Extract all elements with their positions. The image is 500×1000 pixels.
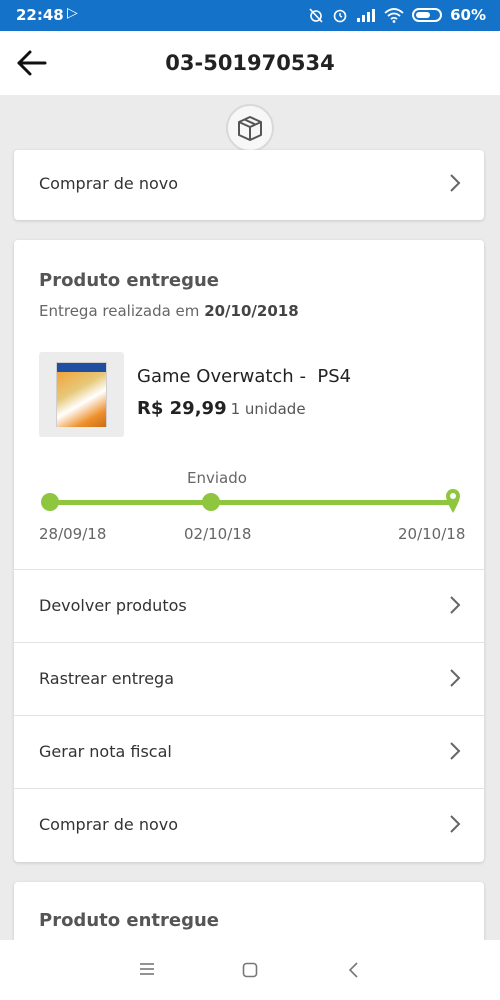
package-icon-badge (226, 104, 274, 152)
product-price: R$ 29,99 (137, 398, 227, 419)
delivery-date-text: Entrega realizada em 20/10/2018 (39, 302, 299, 320)
buy-again-label: Comprar de novo (39, 815, 179, 834)
order-actions-list: Devolver produtos Rastrear entrega Gerar… (14, 569, 484, 861)
wifi-icon (384, 7, 404, 23)
timeline-date-delivered: 20/10/18 (398, 525, 466, 543)
chevron-right-icon (450, 174, 461, 192)
status-bar: 22:48 ▷ 60% (0, 0, 500, 31)
return-products-label: Devolver produtos (39, 596, 187, 615)
generate-invoice-label: Gerar nota fiscal (39, 742, 172, 761)
chevron-right-icon (450, 669, 461, 687)
product-image[interactable] (39, 352, 124, 437)
chevron-right-icon (450, 815, 461, 833)
play-store-icon: ▷ (67, 5, 78, 21)
track-delivery-row[interactable]: Rastrear entrega (14, 642, 484, 715)
buy-again-label: Comprar de novo (39, 174, 179, 193)
battery-percent: 60% (450, 6, 486, 24)
delivery-date: 20/10/2018 (204, 302, 299, 320)
location-pin-icon (446, 489, 460, 513)
buy-again-row[interactable]: Comprar de novo (14, 788, 484, 861)
game-cover-image (56, 362, 107, 427)
alarm-icon (333, 9, 347, 23)
return-products-row[interactable]: Devolver produtos (14, 569, 484, 642)
order-card-previous: Comprar de novo (14, 150, 484, 220)
signal-icon (357, 9, 376, 22)
product-name[interactable]: Game Overwatch - PS4 (137, 366, 351, 387)
timeline-stage-label: Enviado (187, 469, 247, 487)
product-quantity: 1 unidade (230, 400, 306, 418)
generate-invoice-row[interactable]: Gerar nota fiscal (14, 715, 484, 788)
chevron-right-icon (450, 742, 461, 760)
order-card-delivered: Produto entregue Entrega realizada em 20… (14, 240, 484, 862)
status-time: 22:48 (16, 6, 64, 24)
timeline-point-ordered (41, 493, 59, 511)
home-icon[interactable] (242, 962, 258, 978)
timeline-date-shipped: 02/10/18 (184, 525, 252, 543)
delivery-status-title: Produto entregue (39, 910, 219, 931)
alarm-off-icon (309, 8, 323, 23)
menu-icon[interactable] (139, 962, 155, 976)
delivery-status-title: Produto entregue (39, 270, 219, 291)
status-icons: 60% (308, 6, 486, 24)
chevron-right-icon (450, 596, 461, 614)
app-bar: 03-501970534 (0, 31, 500, 95)
package-icon (238, 116, 262, 141)
product-price-line: R$ 29,99 1 unidade (137, 398, 306, 419)
timeline-track (50, 500, 455, 505)
buy-again-row[interactable]: Comprar de novo (14, 150, 484, 220)
timeline-point-shipped (202, 493, 220, 511)
timeline-date-ordered: 28/09/18 (39, 525, 107, 543)
back-icon[interactable] (347, 961, 359, 979)
page-title: 03-501970534 (165, 51, 335, 75)
track-delivery-label: Rastrear entrega (39, 669, 175, 688)
system-nav-bar (0, 940, 500, 1000)
delivery-date-prefix: Entrega realizada em (39, 302, 200, 320)
battery-icon (412, 8, 443, 22)
